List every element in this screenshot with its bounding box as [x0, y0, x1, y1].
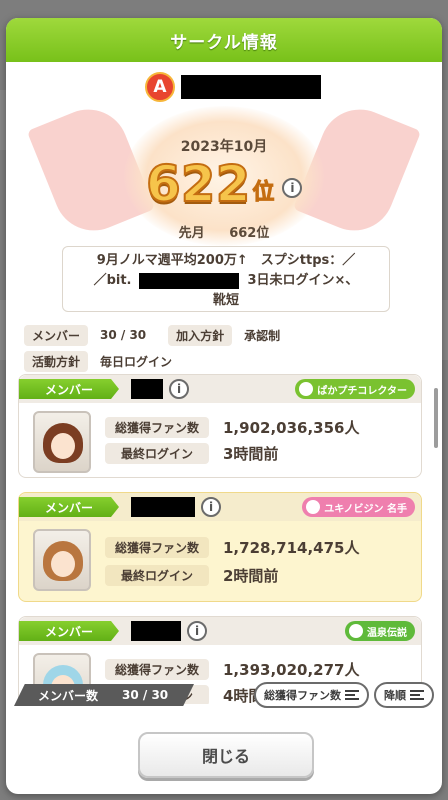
last-month-rank: 662位 [229, 226, 270, 241]
member-avatar[interactable] [33, 411, 91, 473]
member-info-icon[interactable]: i [201, 497, 221, 517]
circle-rank: 622 位 i [145, 155, 303, 213]
member-card-header: メンバー i 温泉伝説 [19, 617, 421, 645]
circle-name-row: A [145, 72, 321, 102]
fans-label: 総獲得ファン数 [105, 659, 209, 680]
member-role-tag: メンバー [19, 621, 119, 641]
title-badge-label: ユキノビジン 名手 [324, 503, 407, 515]
join-policy-label: 加入方針 [168, 324, 233, 346]
last-login-value: 3時間前 [223, 445, 279, 463]
member-count-label: メンバー数 [38, 688, 99, 703]
fans-label: 総獲得ファン数 [105, 537, 209, 558]
sort-key-label: 総獲得ファン数 [264, 689, 341, 702]
rank-info-icon[interactable]: i [282, 178, 303, 198]
member-card[interactable]: メンバー i ユキノビジン 名手 総獲得ファン数 1,728,714,475人 … [18, 492, 422, 602]
member-avatar[interactable] [33, 529, 91, 591]
fans-row: 総獲得ファン数 1,902,036,356人 [105, 417, 359, 438]
member-list[interactable]: メンバー i ぱかプチコレクター 総獲得ファン数 1,902,036,356人 … [18, 374, 430, 704]
description-line: 靴短 [212, 293, 239, 308]
circle-name-redacted [181, 75, 321, 99]
description-redacted [139, 273, 240, 289]
sort-order-icon [410, 690, 424, 700]
sort-key-button[interactable]: 総獲得ファン数 [254, 682, 369, 708]
close-button[interactable]: 閉じる [138, 732, 314, 778]
join-policy-value: 承認制 [244, 328, 281, 343]
activity-policy-label: 活動方針 [24, 350, 89, 372]
last-month-label: 先月 [178, 226, 205, 241]
rank-number: 622 [145, 155, 251, 213]
member-title-badge: ぱかプチコレクター [295, 379, 415, 399]
fans-value: 1,393,020,277人 [223, 661, 360, 679]
fans-row: 総獲得ファン数 1,728,714,475人 [105, 537, 359, 558]
activity-policy-value: 毎日ログイン [100, 354, 173, 369]
description-text: 3日未ログイン×、 [247, 273, 359, 288]
sort-order-label: 降順 [384, 689, 406, 702]
title-badge-icon [299, 382, 314, 396]
fans-value: 1,902,036,356人 [223, 419, 360, 437]
info-row: 活動方針 毎日ログイン [24, 350, 302, 372]
title-badge-label: 温泉伝説 [367, 627, 407, 639]
member-name-redacted [131, 621, 181, 641]
member-label: メンバー [24, 324, 89, 346]
fans-row: 総獲得ファン数 1,393,020,277人 [105, 659, 359, 680]
last-login-value: 2時間前 [223, 567, 279, 585]
avatar-face [51, 551, 75, 577]
member-role-tag: メンバー [19, 379, 119, 399]
list-controls: メンバー数 30 / 30 総獲得ファン数 降順 [14, 682, 434, 710]
member-info-icon[interactable]: i [169, 379, 189, 399]
description-line: ／bit. 3日未ログイン×、 [71, 271, 381, 291]
member-title-badge: ユキノビジン 名手 [302, 497, 415, 517]
rank-unit: 位 [252, 180, 275, 206]
member-role-tag: メンバー [19, 497, 119, 517]
fans-label: 総獲得ファン数 [105, 417, 209, 438]
member-info-icon[interactable]: i [187, 621, 207, 641]
description-text: ／bit. [93, 273, 132, 288]
title-badge-label: ぱかプチコレクター [317, 385, 407, 397]
member-value: 30 / 30 [100, 328, 147, 342]
title-badge-icon [306, 500, 321, 514]
circle-info-grid: メンバー 30 / 30 加入方針 承認制 活動方針 毎日ログイン [24, 324, 302, 376]
circle-description: 9月ノルマ週平均200万↑ スプシttps：／ ／bit. 3日未ログイン×、 … [62, 246, 390, 312]
last-login-row: 最終ログイン 2時間前 [105, 565, 278, 586]
member-list-scrollbar[interactable] [434, 388, 438, 448]
title-badge-icon [349, 624, 363, 638]
member-count-value: 30 / 30 [122, 688, 169, 702]
avatar-face [51, 433, 75, 459]
description-line: 9月ノルマ週平均200万↑ スプシttps：／ [96, 253, 356, 268]
member-card[interactable]: メンバー i ぱかプチコレクター 総獲得ファン数 1,902,036,356人 … [18, 374, 422, 478]
last-month-rank-row: 先月 662位 [6, 222, 442, 241]
member-count: メンバー数 30 / 30 [14, 684, 194, 706]
sort-order-button[interactable]: 降順 [374, 682, 434, 708]
last-login-label: 最終ログイン [105, 443, 209, 464]
last-login-row: 最終ログイン 3時間前 [105, 443, 278, 464]
sort-menu-icon [345, 690, 359, 700]
circle-info-dialog: サークル情報 A 2023年10月 622 位 i 先月 662位 9月ノルマ週… [6, 18, 442, 794]
last-login-label: 最終ログイン [105, 565, 209, 586]
member-name-redacted [131, 379, 163, 399]
info-row: メンバー 30 / 30 加入方針 承認制 [24, 324, 302, 346]
member-card-header: メンバー i ぱかプチコレクター [19, 375, 421, 403]
member-card-header: メンバー i ユキノビジン 名手 [19, 493, 421, 521]
member-name-redacted [131, 497, 195, 517]
circle-summary [6, 66, 442, 366]
fans-value: 1,728,714,475人 [223, 539, 360, 557]
member-title-badge: 温泉伝説 [345, 621, 415, 641]
dialog-title: サークル情報 [6, 18, 442, 62]
ranking-month: 2023年10月 [180, 139, 268, 155]
circle-rank-badge: A [145, 72, 175, 102]
